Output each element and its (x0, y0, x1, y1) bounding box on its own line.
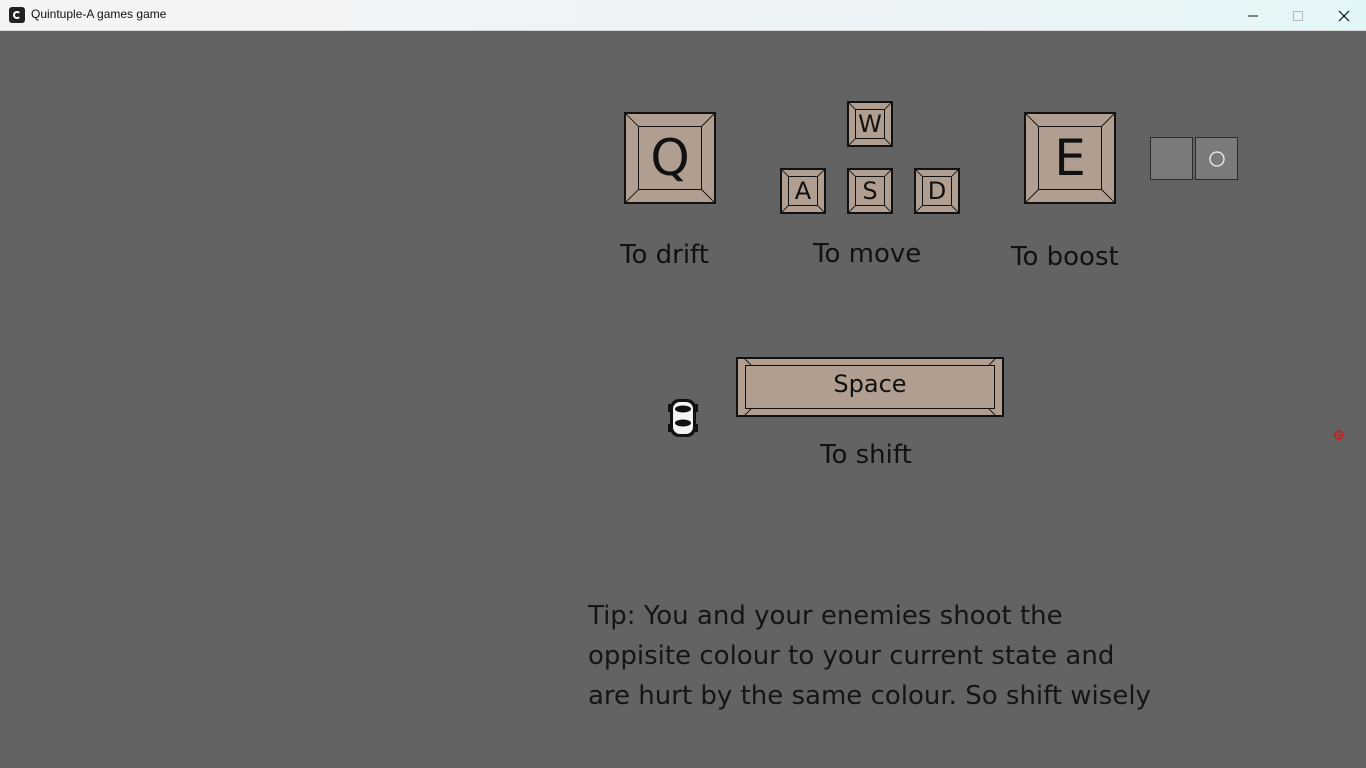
key-space-label: Space (833, 370, 907, 398)
window-titlebar: Quintuple-A games game (0, 0, 1366, 31)
game-app-icon (9, 7, 25, 23)
key-d: D (914, 168, 960, 214)
crosshair-icon (1333, 429, 1345, 441)
drift-caption: To drift (620, 240, 709, 270)
key-e-label: E (1054, 129, 1086, 187)
key-d-label: D (927, 177, 947, 205)
tip-text: Tip: You and your enemies shoot the oppi… (588, 596, 1188, 716)
move-caption: To move (813, 239, 922, 269)
tip-line-2: oppisite colour to your current state an… (588, 641, 1115, 671)
tip-line-1: Tip: You and your enemies shoot the (588, 601, 1063, 631)
key-a: A (780, 168, 826, 214)
key-a-label: A (794, 177, 812, 205)
key-space: Space (736, 357, 1004, 417)
key-s-label: S (862, 177, 878, 205)
key-w-label: W (858, 110, 882, 138)
shift-caption: To shift (820, 440, 912, 470)
boost-caption: To boost (1011, 242, 1119, 272)
key-q-label: Q (650, 129, 690, 187)
maximize-icon (1293, 11, 1303, 21)
key-e: E (1024, 112, 1116, 204)
key-w: W (847, 101, 893, 147)
close-icon (1338, 10, 1350, 22)
minimize-button[interactable] (1230, 0, 1276, 31)
key-q: Q (624, 112, 716, 204)
close-button[interactable] (1321, 0, 1366, 31)
window-title: Quintuple-A games game (31, 7, 167, 21)
minimize-icon (1248, 15, 1258, 17)
tip-line-3: are hurt by the same colour. So shift wi… (588, 681, 1151, 711)
key-s: S (847, 168, 893, 214)
player-car-sprite (668, 399, 698, 437)
boost-slot-empty (1150, 137, 1193, 180)
maximize-button[interactable] (1275, 0, 1321, 31)
circle-icon (1209, 151, 1225, 167)
boost-slot-charge (1195, 137, 1238, 180)
